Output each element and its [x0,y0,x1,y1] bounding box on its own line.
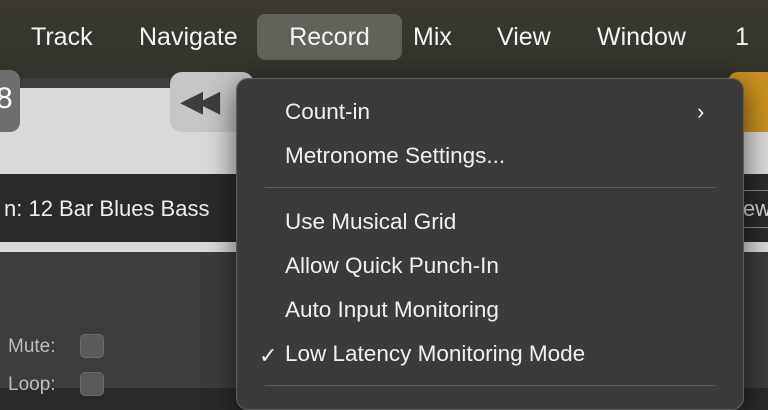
tool-icon: 8 [0,82,13,115]
menu-item-use-musical-grid[interactable]: Use Musical Grid [285,209,456,235]
menu-item-low-latency-monitoring-mode[interactable]: Low Latency Monitoring Mode [285,341,585,367]
loop-label: Loop: [8,374,56,395]
menu-view[interactable]: View [482,14,566,60]
menu-mix[interactable]: Mix [398,14,467,60]
menu-navigate[interactable]: Navigate [124,14,253,60]
menu-separator [265,385,715,386]
menu-help-partial[interactable]: 1 [720,14,764,60]
menu-item-allow-quick-punch-in[interactable]: Allow Quick Punch-In [285,253,499,279]
menu-track[interactable]: Track [16,14,108,60]
loop-checkbox[interactable] [80,372,104,396]
mute-label: Mute: [8,336,56,357]
menu-item-count-in[interactable]: Count-in [285,99,370,125]
menu-record[interactable]: Record [257,14,402,60]
menu-bar: Track Navigate Record Mix View Window 1 [0,0,768,78]
menu-item-auto-input-monitoring[interactable]: Auto Input Monitoring [285,297,499,323]
mute-checkbox[interactable] [80,334,104,358]
checkmark-icon: ✓ [259,343,278,368]
record-menu-dropdown: Count-in › Metronome Settings... Use Mus… [236,78,744,410]
menu-separator [265,187,715,188]
menu-item-metronome-settings[interactable]: Metronome Settings... [285,143,505,169]
rewind-icon: ◀◀ [180,85,220,118]
menu-window[interactable]: Window [582,14,701,60]
track-name-label: n: 12 Bar Blues Bass [4,196,210,221]
chevron-right-icon: › [697,99,705,124]
